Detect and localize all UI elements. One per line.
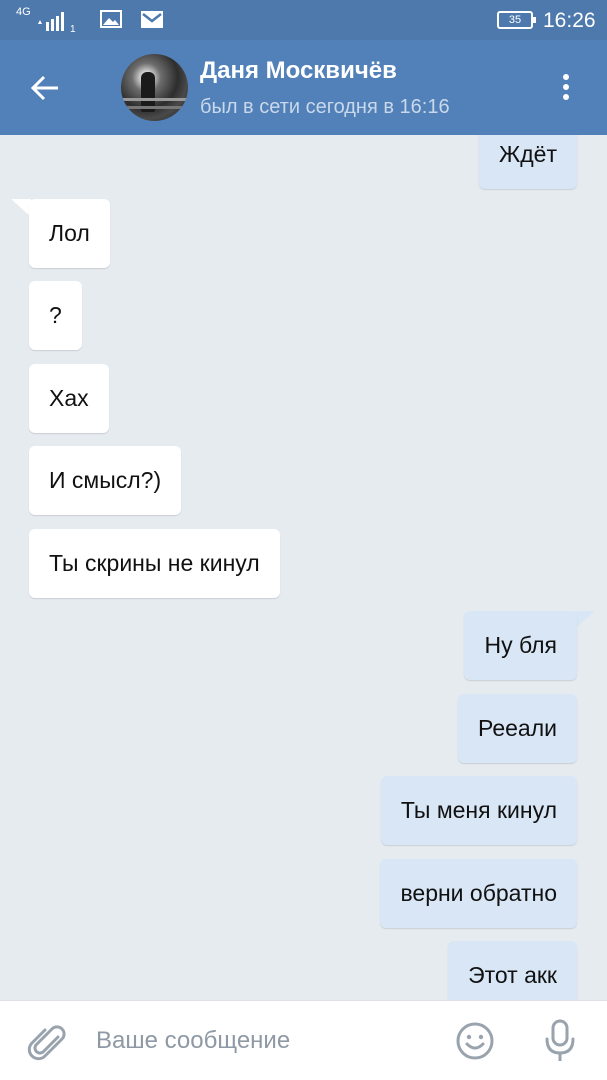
battery-icon: 35 [497, 11, 536, 29]
chat-header: Даня Москвичёв был в сети сегодня в 16:1… [0, 40, 607, 135]
network-type: 4G [16, 6, 31, 18]
message-bubble-outgoing[interactable]: Ну бля [464, 611, 577, 680]
contact-last-seen: был в сети сегодня в 16:16 [200, 96, 450, 118]
more-vertical-icon[interactable] [556, 70, 576, 106]
back-arrow-icon[interactable] [22, 68, 62, 108]
sim-number: 1 [70, 24, 76, 35]
microphone-icon[interactable] [540, 1017, 580, 1065]
message-bubble-outgoing[interactable]: Ты меня кинул [380, 776, 577, 845]
message-bubble-outgoing[interactable]: Ждёт [479, 135, 577, 189]
bubble-tail [575, 611, 595, 629]
status-bar: 4G 1 35 16:26 [0, 0, 607, 40]
message-bubble-incoming[interactable]: Хах [29, 364, 109, 433]
message-bubble-incoming[interactable]: Ты скрины не кинул [29, 529, 280, 598]
message-bubble-outgoing[interactable]: Этот акк [448, 941, 577, 1000]
message-list[interactable]: Ждёт Лол ? Хах И смысл?) Ты скрины не ки… [0, 135, 607, 1000]
message-input[interactable] [96, 1019, 436, 1063]
mail-icon [141, 11, 163, 28]
signal-icon [38, 12, 64, 31]
clock: 16:26 [543, 9, 596, 32]
message-bubble-outgoing[interactable]: Рееали [458, 694, 577, 763]
avatar[interactable] [121, 54, 188, 121]
gallery-icon [100, 10, 122, 28]
bubble-tail [11, 199, 31, 217]
message-bubble-incoming[interactable]: И смысл?) [29, 446, 182, 515]
message-bubble-outgoing[interactable]: верни обратно [380, 859, 577, 928]
message-bubble-incoming[interactable]: ? [29, 281, 82, 350]
message-composer [0, 1000, 607, 1080]
paperclip-icon[interactable] [27, 1021, 67, 1063]
smiley-icon[interactable] [455, 1021, 495, 1061]
message-bubble-incoming[interactable]: Лол [29, 199, 110, 268]
contact-name[interactable]: Даня Москвичёв [200, 57, 397, 85]
